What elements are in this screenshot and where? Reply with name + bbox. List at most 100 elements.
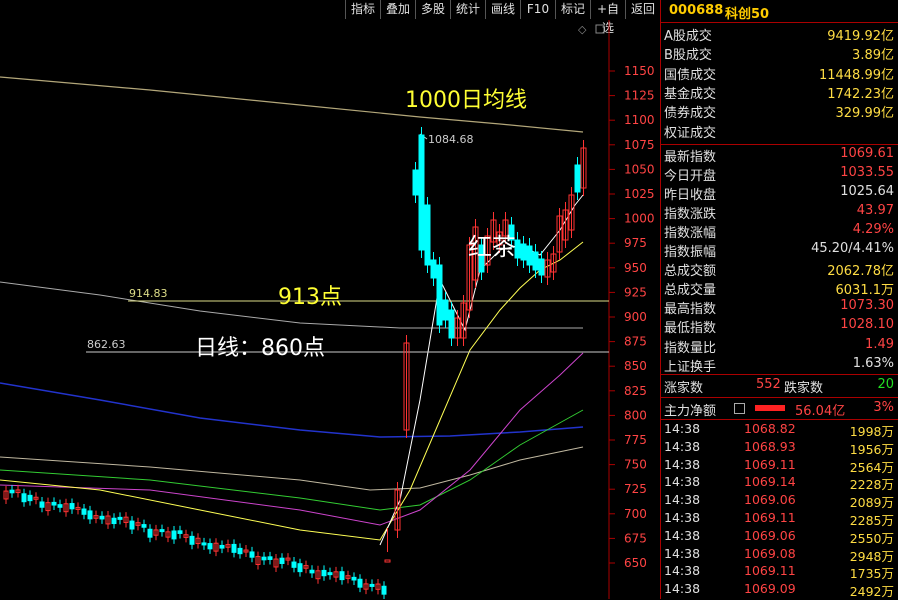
tick-row: 14:38 1069.09 2492万 (661, 581, 898, 599)
ma-purple-line (0, 352, 584, 526)
price-axis-label: 1000 (624, 212, 655, 226)
price-axis-label: 775 (624, 433, 647, 447)
tick-price: 1069.09 (744, 581, 796, 597)
candle-body (117, 516, 123, 520)
divider (661, 419, 898, 420)
info-icon[interactable] (734, 403, 745, 414)
candle-body (520, 243, 527, 261)
candle-body (574, 164, 581, 193)
price-axis-label: 825 (624, 384, 647, 398)
toolbar-button-mark[interactable]: 标记 (555, 0, 590, 19)
index-stat-value: 1073.30 (840, 298, 894, 314)
price-axis-label: 675 (624, 531, 647, 545)
tick-time: 14:38 (664, 545, 701, 561)
divider (661, 374, 898, 375)
index-stat-row: 总成交量 6031.1万 (661, 278, 898, 299)
candle-body (297, 563, 303, 573)
main-flow-label: 主力净额 (664, 404, 717, 419)
tick-price: 1069.14 (744, 474, 796, 490)
main-flow-row: 主力净额 56.04亿 3% (661, 399, 898, 419)
toolbar-button-f10[interactable]: F10 (520, 0, 555, 19)
candle-body (129, 520, 135, 530)
price-axis-label: 650 (624, 556, 647, 570)
candle-body (369, 583, 375, 587)
candle-body (412, 169, 419, 196)
index-stat-value: 4.29% (852, 222, 894, 238)
candle-body (171, 530, 177, 540)
tick-price: 1069.11 (744, 510, 796, 525)
turnover-value: 11448.99亿 (818, 67, 894, 83)
tick-time: 14:38 (664, 563, 701, 579)
candle-body (526, 245, 533, 266)
panel-toggle-icon (595, 24, 605, 34)
tick-price: 1069.06 (744, 527, 796, 543)
tick-price: 1069.08 (744, 545, 796, 561)
toolbar-button-indicator[interactable]: 指标 (345, 0, 380, 19)
index-stat-label: 指数量比 (664, 340, 717, 356)
kline-chart[interactable]: ◇ 1150 1125 1100 1075 1050 1025 1000 975 950 925 90… (0, 20, 660, 599)
tick-volume: 1956万 (849, 441, 894, 457)
ma-blue-line (0, 382, 584, 438)
turnover-value: 1742.23亿 (827, 86, 894, 102)
market-breadth-row: 涨家数 552 跌家数 20 (661, 376, 898, 396)
candle-body (57, 504, 63, 508)
toolbar-button-multi-stock[interactable]: 多股 (415, 0, 450, 19)
index-stat-row: 今日开盘 1033.55 (661, 164, 898, 184)
annotation-hongcha: 红茶 (468, 233, 516, 261)
tick-row: 14:38 1068.93 1956万 (661, 439, 898, 457)
tick-price: 1068.82 (744, 421, 796, 436)
candle-body (51, 501, 57, 506)
ma-green-line (0, 409, 584, 511)
candle-body (39, 501, 45, 508)
candle-body (189, 535, 195, 545)
candle-body (21, 493, 27, 503)
index-stat-label: 指数涨跌 (664, 207, 717, 223)
index-stat-value: 1.63% (852, 355, 894, 371)
index-stat-value: 1033.55 (840, 165, 894, 181)
index-stat-label: 总成交额 (664, 264, 717, 280)
candle-body (538, 258, 545, 276)
toolbar-button-overlay[interactable]: 叠加 (380, 0, 415, 19)
candle-body (81, 508, 87, 515)
candle-body (381, 585, 387, 595)
index-stat-label: 最高指数 (664, 302, 717, 318)
candle-body (237, 547, 243, 555)
toolbar-button-back[interactable]: 返回 (625, 0, 660, 19)
tick-row: 14:38 1069.11 2285万 (661, 510, 898, 528)
index-stat-row: 指数量比 1.49 (661, 336, 898, 356)
index-stat-value: 6031.1万 (835, 283, 895, 299)
candle-body (291, 561, 297, 568)
turnover-row: 债券成交 329.99亿 (661, 101, 898, 121)
candle-body (321, 569, 327, 577)
tick-volume: 2089万 (849, 495, 894, 511)
price-axis-label: 1150 (624, 64, 655, 78)
toolbar-button-draw-line[interactable]: 画线 (485, 0, 520, 19)
index-stat-label: 最新指数 (664, 150, 717, 165)
turnover-row: 国债成交 11448.99亿 (661, 63, 898, 83)
main-flow-pct: 3% (873, 400, 894, 415)
candle-body (430, 259, 437, 279)
candle-body (87, 510, 93, 520)
tick-row: 14:38 1069.14 2228万 (661, 474, 898, 492)
index-stat-label: 昨日收盘 (664, 188, 717, 204)
divider (661, 22, 898, 23)
toolbar-button-statistics[interactable]: 统计 (450, 0, 485, 19)
tick-time: 14:38 (664, 438, 701, 454)
tick-volume: 2948万 (849, 548, 894, 564)
index-stat-row: 昨日收盘 1025.64 (661, 183, 898, 204)
index-stat-value: 1028.10 (840, 317, 894, 333)
price-axis-label: 700 (624, 507, 647, 521)
candle-body (111, 517, 117, 525)
candle-body (207, 543, 213, 550)
toolbar-button-add-favorite[interactable]: +自选 (590, 0, 625, 35)
turnover-row: A股成交 9419.92亿 (661, 24, 898, 44)
tick-price: 1068.93 (744, 438, 796, 454)
candle-body (339, 571, 345, 581)
index-stat-label: 总成交量 (664, 283, 717, 299)
flow-bar (755, 405, 785, 411)
tick-volume: 2228万 (849, 477, 894, 493)
annotation-ma1000: 1000日均线 (405, 88, 527, 113)
ma-tan-mid-line (0, 446, 584, 491)
annotation-860: 日线：860点 (195, 336, 325, 361)
price-axis-label: 1075 (624, 138, 655, 152)
